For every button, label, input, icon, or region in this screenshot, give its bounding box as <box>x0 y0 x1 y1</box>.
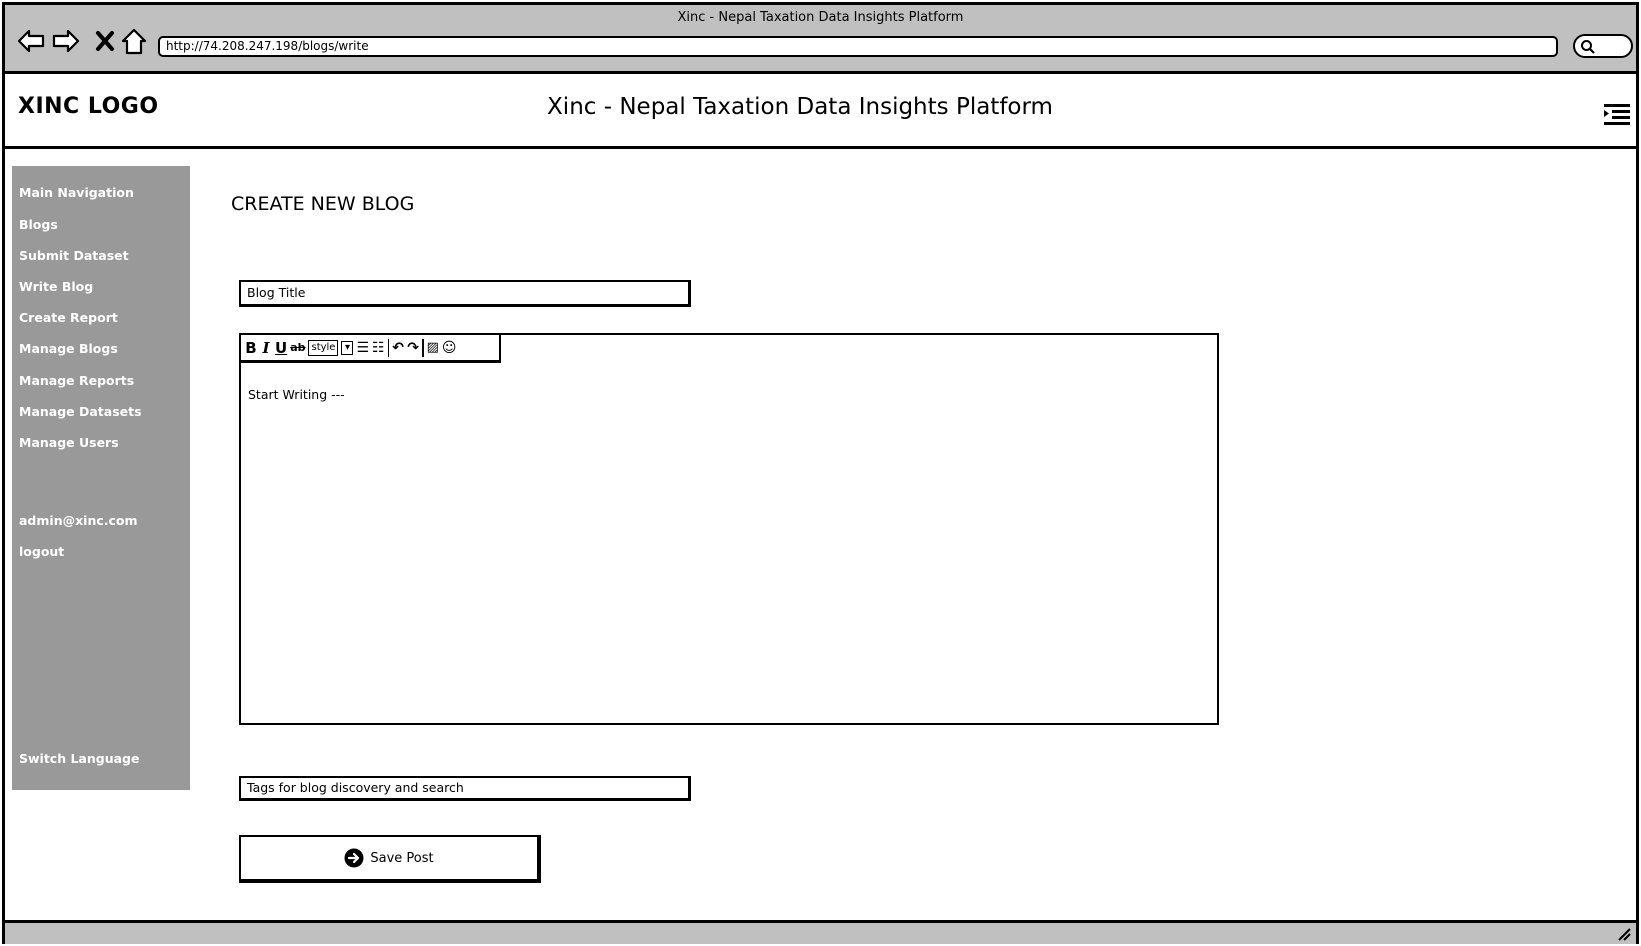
sidebar-item-manage-reports[interactable]: Manage Reports <box>19 373 134 388</box>
sidebar-item-submit-dataset[interactable]: Submit Dataset <box>19 248 129 263</box>
sidebar-item-manage-blogs[interactable]: Manage Blogs <box>19 341 118 356</box>
app-header: XINC LOGO Xinc - Nepal Taxation Data Ins… <box>5 74 1636 149</box>
back-arrow-icon[interactable] <box>15 25 47 57</box>
sidebar-item-blogs[interactable]: Blogs <box>19 217 58 232</box>
browser-search-box[interactable] <box>1573 34 1633 58</box>
page-title: Xinc - Nepal Taxation Data Insights Plat… <box>547 94 1053 120</box>
toolbar-divider <box>387 338 390 357</box>
sidebar-item-create-report[interactable]: Create Report <box>19 310 118 325</box>
strikethrough-icon[interactable]: ab <box>290 338 305 358</box>
sidebar-heading-main-navigation[interactable]: Main Navigation <box>19 185 134 200</box>
underline-icon[interactable]: U <box>275 338 287 358</box>
browser-window: Xinc - Nepal Taxation Data Insights Plat… <box>2 2 1639 944</box>
redo-icon[interactable]: ↷ <box>407 338 419 358</box>
close-x-icon[interactable] <box>89 25 121 57</box>
bold-icon[interactable]: B <box>245 338 257 358</box>
sidebar-item-manage-users[interactable]: Manage Users <box>19 435 119 450</box>
status-bar <box>5 920 1636 944</box>
sidebar-user-email[interactable]: admin@xinc.com <box>19 513 138 528</box>
forward-arrow-icon[interactable] <box>50 25 82 57</box>
emoji-icon[interactable]: ☺ <box>442 338 457 358</box>
blog-title-input[interactable]: Blog Title <box>239 280 691 307</box>
hamburger-menu-icon[interactable] <box>1603 102 1631 126</box>
sidebar-item-manage-datasets[interactable]: Manage Datasets <box>19 404 142 419</box>
italic-icon[interactable]: I <box>260 338 272 358</box>
create-blog-heading: CREATE NEW BLOG <box>231 193 415 215</box>
window-title: Xinc - Nepal Taxation Data Insights Plat… <box>677 10 964 25</box>
toolbar-divider <box>422 338 424 357</box>
insert-image-icon[interactable]: ▨ <box>427 338 439 358</box>
arrow-right-circle-icon <box>344 848 364 868</box>
undo-icon[interactable]: ↶ <box>392 338 404 358</box>
tags-input[interactable]: Tags for blog discovery and search <box>239 776 691 801</box>
chevron-down-icon[interactable]: ▾ <box>341 340 354 355</box>
sidebar-item-switch-language[interactable]: Switch Language <box>19 751 139 766</box>
browser-chrome: Xinc - Nepal Taxation Data Insights Plat… <box>5 5 1636 74</box>
save-post-button[interactable]: Save Post <box>239 835 541 883</box>
bulleted-list-icon[interactable]: ☰ <box>356 338 369 358</box>
blog-content-editor[interactable]: B I U ab style ▾ ☰ ☷ ↶ ↷ ▨ ☺ Start Writi… <box>239 333 1219 725</box>
style-dropdown[interactable]: style <box>308 339 339 356</box>
resize-grip-icon[interactable] <box>1616 926 1632 942</box>
sidebar-item-logout[interactable]: logout <box>19 544 64 559</box>
search-icon <box>1581 40 1595 54</box>
sidebar-item-write-blog[interactable]: Write Blog <box>19 279 93 294</box>
numbered-list-icon[interactable]: ☷ <box>372 338 385 358</box>
save-post-label: Save Post <box>370 850 434 866</box>
sidebar: Main Navigation Blogs Submit Dataset Wri… <box>12 166 190 790</box>
editor-toolbar: B I U ab style ▾ ☰ ☷ ↶ ↷ ▨ ☺ <box>241 335 501 363</box>
home-icon[interactable] <box>118 25 150 57</box>
editor-placeholder-text: Start Writing --- <box>248 387 345 402</box>
url-bar[interactable]: http://74.208.247.198/blogs/write <box>158 36 1558 57</box>
